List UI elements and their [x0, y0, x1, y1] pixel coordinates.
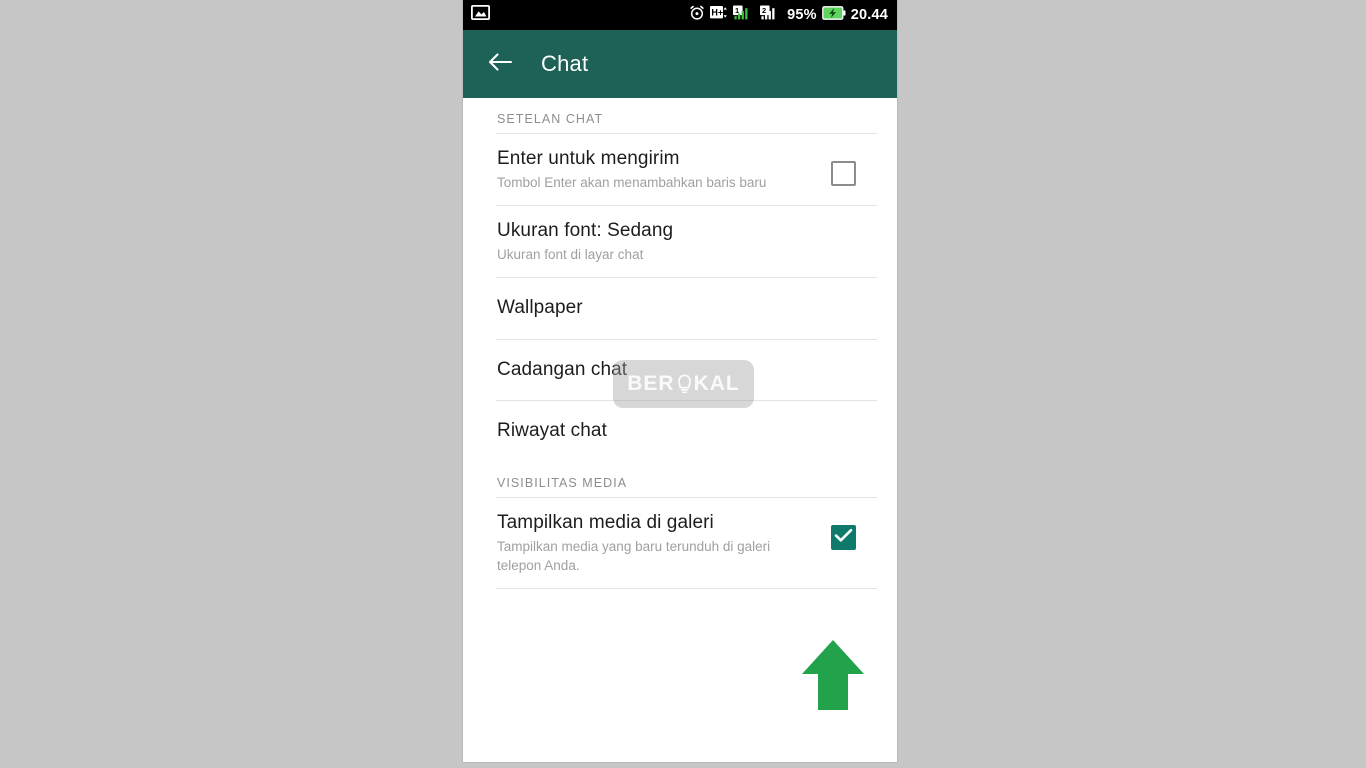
- hspa-plus-icon: H+: [710, 5, 728, 25]
- section-header-chat-settings: SETELAN CHAT: [497, 112, 604, 126]
- svg-text:H+: H+: [711, 8, 723, 18]
- row-font-size[interactable]: Ukuran font: Sedang Ukuran font di layar…: [463, 206, 897, 277]
- row-texts: Wallpaper: [497, 296, 877, 320]
- row-control: [831, 511, 877, 551]
- status-bar: H+ 1 2 95% 20.44: [463, 0, 897, 30]
- check-icon: [834, 528, 853, 548]
- row-texts: Ukuran font: Sedang Ukuran font di layar…: [497, 219, 877, 264]
- row-control: [831, 147, 877, 186]
- app-bar: Chat: [463, 30, 897, 98]
- battery-percent-label: 95%: [787, 6, 817, 23]
- signal-sim2-icon: 2: [760, 5, 782, 25]
- row-texts: Enter untuk mengirim Tombol Enter akan m…: [497, 147, 831, 192]
- row-chat-history[interactable]: Riwayat chat: [463, 401, 897, 462]
- row-subtitle: Ukuran font di layar chat: [497, 246, 644, 262]
- screenshot-canvas: H+ 1 2 95% 20.44 Chat SETELAN CHAT Enter…: [0, 0, 1366, 768]
- section-header-media-visibility: VISIBILITAS MEDIA: [497, 476, 628, 491]
- status-bar-right: H+ 1 2 95% 20.44: [689, 4, 888, 26]
- row-chat-backup[interactable]: Cadangan chat: [463, 340, 897, 401]
- row-title: Tampilkan media di galeri: [497, 512, 714, 534]
- row-subtitle: Tampilkan media yang baru terunduh di ga…: [497, 538, 771, 573]
- back-button[interactable]: [483, 47, 517, 81]
- row-texts: Riwayat chat: [497, 419, 877, 443]
- row-subtitle: Tombol Enter akan menambahkan baris baru: [497, 174, 767, 190]
- row-title: Riwayat chat: [497, 420, 607, 442]
- row-title: Wallpaper: [497, 296, 583, 318]
- up-arrow-icon: [800, 638, 866, 719]
- checkbox-media-visibility[interactable]: [831, 525, 856, 551]
- row-media-visibility[interactable]: Tampilkan media di galeri Tampilkan medi…: [463, 498, 897, 588]
- row-texts: Cadangan chat: [497, 358, 877, 382]
- row-title: Enter untuk mengirim: [497, 148, 680, 169]
- alarm-clock-icon: [689, 4, 705, 26]
- checkbox-enter-to-send[interactable]: [831, 161, 856, 186]
- row-title: Cadangan chat: [497, 358, 628, 380]
- screenshot-icon: [470, 4, 491, 25]
- battery-charging-icon: [821, 5, 846, 25]
- row-enter-to-send[interactable]: Enter untuk mengirim Tombol Enter akan m…: [463, 134, 897, 205]
- arrow-left-icon: [487, 51, 513, 78]
- status-bar-left: [470, 4, 491, 25]
- signal-sim1-icon: 1: [733, 5, 755, 25]
- page-title: Chat: [541, 51, 589, 76]
- row-title: Ukuran font: Sedang: [497, 219, 674, 241]
- row-texts: Tampilkan media di galeri Tampilkan medi…: [497, 511, 831, 575]
- divider: [496, 588, 877, 590]
- clock-label: 20.44: [850, 6, 888, 23]
- row-wallpaper[interactable]: Wallpaper: [463, 278, 897, 339]
